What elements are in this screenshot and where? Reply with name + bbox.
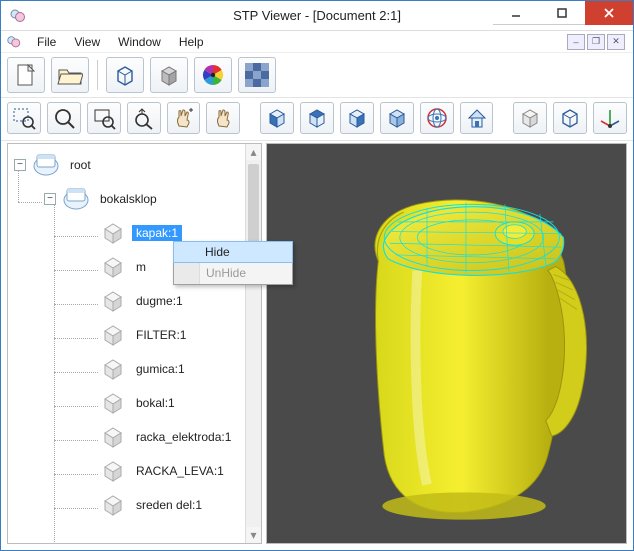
- app-icon: [7, 5, 29, 27]
- tree-root-node[interactable]: − root: [10, 148, 243, 182]
- part-cube-icon: [100, 220, 126, 246]
- menu-label: UnHide: [206, 266, 246, 280]
- menubar: File View Window Help ‒ ❐ ✕: [1, 31, 633, 53]
- rotate-hand-button[interactable]: [206, 102, 240, 134]
- window-controls: [493, 1, 633, 30]
- orbit-button[interactable]: [420, 102, 454, 134]
- view-side-button[interactable]: [340, 102, 374, 134]
- tree-part-node[interactable]: sreden del:1: [10, 488, 243, 522]
- color-wheel-button[interactable]: [194, 57, 232, 93]
- part-cube-icon: [100, 458, 126, 484]
- toolbar-separator: [97, 60, 98, 90]
- part-cube-icon: [100, 322, 126, 348]
- context-menu-hide[interactable]: Hide: [173, 241, 293, 263]
- content-area: − root − bokalsklop: [1, 141, 633, 546]
- folder-icon: [62, 185, 90, 213]
- home-view-button[interactable]: [460, 102, 494, 134]
- box-light-button[interactable]: [513, 102, 547, 134]
- new-document-button[interactable]: [7, 57, 45, 93]
- view-top-button[interactable]: [300, 102, 334, 134]
- tree-label[interactable]: m: [132, 259, 150, 275]
- expander-minus-icon[interactable]: −: [14, 159, 26, 171]
- app-icon-small: [5, 33, 23, 51]
- box-wire-button[interactable]: [553, 102, 587, 134]
- tree-label[interactable]: sreden del:1: [132, 497, 206, 513]
- expander-minus-icon[interactable]: −: [44, 193, 56, 205]
- part-cube-icon: [100, 254, 126, 280]
- view-iso-button[interactable]: [380, 102, 414, 134]
- maximize-button[interactable]: [539, 1, 585, 25]
- toolbar-main: [1, 53, 633, 98]
- tree-label[interactable]: FILTER:1: [132, 327, 190, 343]
- pan-button[interactable]: [167, 102, 201, 134]
- app-window: STP Viewer - [Document 2:1] File View Wi…: [0, 0, 634, 551]
- menu-label: Hide: [205, 245, 230, 259]
- view-front-button[interactable]: [260, 102, 294, 134]
- mdi-minimize-button[interactable]: ‒: [567, 34, 585, 50]
- zoom-window-button[interactable]: [87, 102, 121, 134]
- mdi-close-button[interactable]: ✕: [607, 34, 625, 50]
- context-menu-unhide: UnHide: [174, 262, 292, 284]
- titlebar: STP Viewer - [Document 2:1]: [1, 1, 633, 31]
- tree-scroll: − root − bokalsklop: [8, 144, 245, 543]
- tree-assembly-node[interactable]: − bokalsklop: [10, 182, 243, 216]
- statusbar: [1, 546, 633, 550]
- minimize-button[interactable]: [493, 1, 539, 25]
- part-cube-icon: [100, 390, 126, 416]
- 3d-viewport[interactable]: [266, 143, 627, 544]
- wireframe-cube-button[interactable]: [106, 57, 144, 93]
- part-cube-icon: [100, 288, 126, 314]
- texture-checker-button[interactable]: [238, 57, 276, 93]
- tree-label[interactable]: root: [66, 157, 95, 173]
- tree-part-node[interactable]: gumica:1: [10, 352, 243, 386]
- tree-label[interactable]: RACKA_LEVA:1: [132, 463, 228, 479]
- menu-file[interactable]: File: [29, 33, 64, 51]
- tree-label[interactable]: racka_elektroda:1: [132, 429, 235, 445]
- close-button[interactable]: [585, 1, 633, 25]
- shaded-cube-button[interactable]: [150, 57, 188, 93]
- tree-part-node[interactable]: bokal:1: [10, 386, 243, 420]
- open-file-button[interactable]: [51, 57, 89, 93]
- dynamic-zoom-button[interactable]: [127, 102, 161, 134]
- zoom-selection-button[interactable]: [7, 102, 41, 134]
- tree-part-node[interactable]: FILTER:1: [10, 318, 243, 352]
- tree-label[interactable]: kapak:1: [132, 225, 182, 241]
- tree-pane: − root − bokalsklop: [7, 143, 262, 544]
- mdi-restore-button[interactable]: ❐: [587, 34, 605, 50]
- menu-help[interactable]: Help: [171, 33, 212, 51]
- tree-label[interactable]: bokal:1: [132, 395, 179, 411]
- tree-label[interactable]: gumica:1: [132, 361, 189, 377]
- scroll-down-icon[interactable]: ▾: [246, 527, 261, 543]
- folder-icon: [32, 151, 60, 179]
- tree-part-node[interactable]: RACKA_LEVA:1: [10, 454, 243, 488]
- part-cube-icon: [100, 492, 126, 518]
- menu-view[interactable]: View: [66, 33, 108, 51]
- toolbar-view: [1, 98, 633, 141]
- tree-part-node[interactable]: dugme:1: [10, 284, 243, 318]
- menu-window[interactable]: Window: [110, 33, 169, 51]
- axis-button[interactable]: [593, 102, 627, 134]
- tree-part-node[interactable]: racka_elektroda:1: [10, 420, 243, 454]
- mdi-controls: ‒ ❐ ✕: [567, 34, 629, 50]
- zoom-button[interactable]: [47, 102, 81, 134]
- context-menu: Hide UnHide: [173, 241, 293, 285]
- model-tree[interactable]: − root − bokalsklop: [8, 144, 245, 526]
- tree-label[interactable]: bokalsklop: [96, 191, 161, 207]
- part-cube-icon: [100, 424, 126, 450]
- scroll-up-icon[interactable]: ▴: [246, 144, 261, 160]
- tree-label[interactable]: dugme:1: [132, 293, 187, 309]
- part-cube-icon: [100, 356, 126, 382]
- vertical-scrollbar[interactable]: ▴ ▾: [245, 144, 261, 543]
